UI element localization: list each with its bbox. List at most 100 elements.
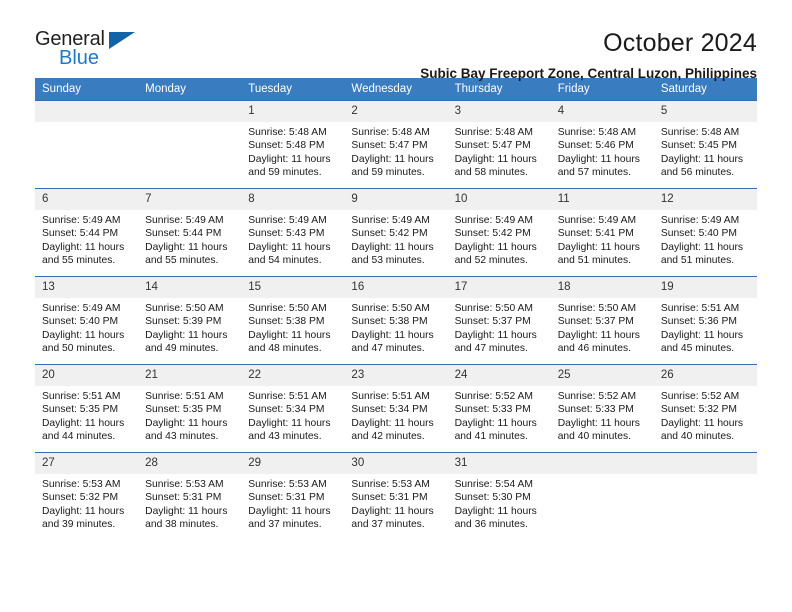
day-number: 11 [550, 189, 654, 210]
day-number: 6 [35, 189, 139, 210]
calendar-day-cell[interactable]: 7 Sunrise: 5:49 AM Sunset: 5:44 PM Daylight… [138, 188, 242, 277]
calendar-day-cell[interactable]: 18 Sunrise: 5:50 AM Sunset: 5:37 PM Dayligh… [550, 276, 654, 365]
day-number: 8 [241, 189, 345, 210]
sunrise-time: Sunrise: 5:50 AM [454, 303, 533, 314]
daylight-duration-line1: Daylight: 11 hours [248, 329, 331, 341]
sunrise-time: Sunrise: 5:49 AM [454, 215, 533, 226]
daylight-duration-line1: Daylight: 11 hours [351, 417, 434, 429]
calendar-day-cell[interactable]: 3 Sunrise: 5:48 AM Sunset: 5:47 PM Daylight… [447, 100, 551, 189]
day-info: Sunrise: 5:52 AM Sunset: 5:33 PM Daylight:… [448, 386, 551, 444]
daylight-duration-line2: and 54 minutes. [248, 255, 322, 267]
daylight-duration-line2: and 44 minutes. [42, 431, 116, 443]
calendar-day-cell[interactable]: 30 Sunrise: 5:53 AM Sunset: 5:31 PM Dayligh… [344, 452, 448, 541]
daylight-duration-line2: and 57 minutes. [557, 167, 631, 179]
daylight-duration-line1: Daylight: 11 hours [660, 417, 744, 429]
sunset-time: Sunset: 5:34 PM [248, 404, 325, 416]
title-block: October 2024 Subic Bay Freeport Zone, Ce… [155, 28, 757, 84]
cell-inner: 15 Sunrise: 5:50 AM Sunset: 5:38 PM Dayligh… [241, 277, 345, 364]
calendar-day-cell[interactable]: 1 Sunrise: 5:48 AM Sunset: 5:48 PM Daylight… [241, 100, 345, 189]
calendar-day-cell[interactable]: 15 Sunrise: 5:50 AM Sunset: 5:38 PM Dayligh… [241, 276, 345, 365]
calendar-day-cell[interactable]: 29 Sunrise: 5:53 AM Sunset: 5:31 PM Dayligh… [241, 452, 345, 541]
daylight-duration-line2: and 51 minutes. [557, 255, 631, 267]
sunrise-time: Sunrise: 5:49 AM [351, 215, 430, 226]
day-info: Sunrise: 5:53 AM Sunset: 5:31 PM Daylight:… [138, 474, 241, 532]
daylight-duration-line1: Daylight: 11 hours [145, 505, 228, 517]
day-info: Sunrise: 5:51 AM Sunset: 5:35 PM Daylight:… [35, 386, 138, 444]
day-info: Sunrise: 5:52 AM Sunset: 5:33 PM Daylight:… [551, 386, 654, 444]
day-number: 17 [447, 277, 551, 298]
daylight-duration-line1: Daylight: 11 hours [454, 417, 537, 429]
day-info: Sunrise: 5:51 AM Sunset: 5:34 PM Daylight:… [241, 386, 344, 444]
cell-inner: 30 Sunrise: 5:53 AM Sunset: 5:31 PM Dayligh… [344, 453, 448, 541]
daylight-duration-line2: and 46 minutes. [557, 343, 631, 355]
sunrise-time: Sunrise: 5:49 AM [145, 215, 224, 226]
sunrise-time: Sunrise: 5:48 AM [454, 127, 533, 138]
cell-inner: 1 Sunrise: 5:48 AM Sunset: 5:48 PM Daylight… [241, 101, 345, 188]
day-number: 31 [447, 453, 551, 474]
calendar-day-cell[interactable]: 22 Sunrise: 5:51 AM Sunset: 5:34 PM Dayligh… [241, 364, 345, 453]
day-number: 27 [35, 453, 139, 474]
daylight-duration-line1: Daylight: 11 hours [454, 505, 537, 517]
calendar-day-cell[interactable]: 2 Sunrise: 5:48 AM Sunset: 5:47 PM Daylight… [344, 100, 448, 189]
cell-inner: 4 Sunrise: 5:48 AM Sunset: 5:46 PM Daylight… [550, 101, 654, 188]
calendar-day-cell[interactable]: 27 Sunrise: 5:53 AM Sunset: 5:32 PM Dayligh… [35, 452, 139, 541]
calendar-day-cell[interactable]: 16 Sunrise: 5:50 AM Sunset: 5:38 PM Dayligh… [344, 276, 448, 365]
calendar-week-row: 20 Sunrise: 5:51 AM Sunset: 5:35 PM Dayligh… [35, 364, 757, 453]
sunrise-time: Sunrise: 5:48 AM [351, 127, 430, 138]
calendar-day-cell[interactable]: 10 Sunrise: 5:49 AM Sunset: 5:42 PM Dayligh… [447, 188, 551, 277]
sunset-time: Sunset: 5:47 PM [351, 140, 428, 152]
daylight-duration-line2: and 58 minutes. [454, 167, 528, 179]
calendar-day-cell[interactable]: 13 Sunrise: 5:49 AM Sunset: 5:40 PM Dayligh… [35, 276, 139, 365]
sunset-time: Sunset: 5:42 PM [351, 228, 428, 240]
sunrise-time: Sunrise: 5:49 AM [248, 215, 327, 226]
calendar-day-cell[interactable]: 11 Sunrise: 5:49 AM Sunset: 5:41 PM Dayligh… [550, 188, 654, 277]
calendar-day-cell[interactable]: 12 Sunrise: 5:49 AM Sunset: 5:40 PM Dayligh… [653, 188, 757, 277]
calendar-day-cell[interactable]: 8 Sunrise: 5:49 AM Sunset: 5:43 PM Daylight… [241, 188, 345, 277]
calendar-day-cell[interactable]: 19 Sunrise: 5:51 AM Sunset: 5:36 PM Dayligh… [653, 276, 757, 365]
day-info: Sunrise: 5:54 AM Sunset: 5:30 PM Daylight:… [448, 474, 551, 532]
calendar-day-cell[interactable]: 31 Sunrise: 5:54 AM Sunset: 5:30 PM Dayligh… [447, 452, 551, 541]
sunset-time: Sunset: 5:33 PM [557, 404, 634, 416]
day-number: 26 [653, 365, 757, 386]
calendar-day-cell[interactable]: 14 Sunrise: 5:50 AM Sunset: 5:39 PM Dayligh… [138, 276, 242, 365]
day-info: Sunrise: 5:48 AM Sunset: 5:48 PM Daylight:… [241, 122, 344, 180]
day-info: Sunrise: 5:49 AM Sunset: 5:43 PM Daylight:… [241, 210, 344, 268]
sunset-time: Sunset: 5:47 PM [454, 140, 531, 152]
calendar-day-cell[interactable]: 23 Sunrise: 5:51 AM Sunset: 5:34 PM Dayligh… [344, 364, 448, 453]
sunset-time: Sunset: 5:31 PM [248, 492, 325, 504]
calendar-day-cell[interactable]: 24 Sunrise: 5:52 AM Sunset: 5:33 PM Dayligh… [447, 364, 551, 453]
daylight-duration-line1: Daylight: 11 hours [351, 505, 434, 517]
calendar-day-cell[interactable]: 9 Sunrise: 5:49 AM Sunset: 5:42 PM Daylight… [344, 188, 448, 277]
sunset-time: Sunset: 5:42 PM [454, 228, 531, 240]
daylight-duration-line2: and 49 minutes. [145, 343, 219, 355]
day-number: 9 [344, 189, 448, 210]
calendar-cell-empty [35, 100, 139, 189]
calendar-day-cell[interactable]: 21 Sunrise: 5:51 AM Sunset: 5:35 PM Dayligh… [138, 364, 242, 453]
daylight-duration-line1: Daylight: 11 hours [454, 153, 537, 165]
day-info: Sunrise: 5:50 AM Sunset: 5:39 PM Daylight:… [138, 298, 241, 356]
calendar-day-cell[interactable]: 26 Sunrise: 5:52 AM Sunset: 5:32 PM Dayligh… [653, 364, 757, 453]
calendar-day-cell[interactable]: 25 Sunrise: 5:52 AM Sunset: 5:33 PM Dayligh… [550, 364, 654, 453]
calendar-day-cell[interactable]: 6 Sunrise: 5:49 AM Sunset: 5:44 PM Daylight… [35, 188, 139, 277]
sunrise-time: Sunrise: 5:49 AM [42, 215, 121, 226]
daylight-duration-line2: and 43 minutes. [145, 431, 219, 443]
calendar-day-cell[interactable]: 28 Sunrise: 5:53 AM Sunset: 5:31 PM Dayligh… [138, 452, 242, 541]
day-info: Sunrise: 5:48 AM Sunset: 5:46 PM Daylight:… [551, 122, 654, 180]
calendar-day-cell[interactable]: 20 Sunrise: 5:51 AM Sunset: 5:35 PM Dayligh… [35, 364, 139, 453]
day-number: 28 [138, 453, 242, 474]
daylight-duration-line1: Daylight: 11 hours [454, 241, 537, 253]
calendar-day-cell[interactable]: 5 Sunrise: 5:48 AM Sunset: 5:45 PM Daylight… [653, 100, 757, 189]
daylight-duration-line1: Daylight: 11 hours [145, 241, 228, 253]
calendar-day-cell[interactable]: 17 Sunrise: 5:50 AM Sunset: 5:37 PM Dayligh… [447, 276, 551, 365]
day-number: 29 [241, 453, 345, 474]
cell-inner: 12 Sunrise: 5:49 AM Sunset: 5:40 PM Dayligh… [653, 189, 757, 276]
sunrise-time: Sunrise: 5:50 AM [351, 303, 430, 314]
daylight-duration-line2: and 43 minutes. [248, 431, 322, 443]
sunset-time: Sunset: 5:35 PM [145, 404, 222, 416]
day-number: 5 [653, 101, 757, 122]
sunrise-time: Sunrise: 5:48 AM [557, 127, 637, 138]
calendar-cell-empty [138, 100, 242, 189]
daylight-duration-line1: Daylight: 11 hours [248, 153, 331, 165]
calendar-day-cell[interactable]: 4 Sunrise: 5:48 AM Sunset: 5:46 PM Daylight… [550, 100, 654, 189]
daylight-duration-line2: and 52 minutes. [454, 255, 528, 267]
